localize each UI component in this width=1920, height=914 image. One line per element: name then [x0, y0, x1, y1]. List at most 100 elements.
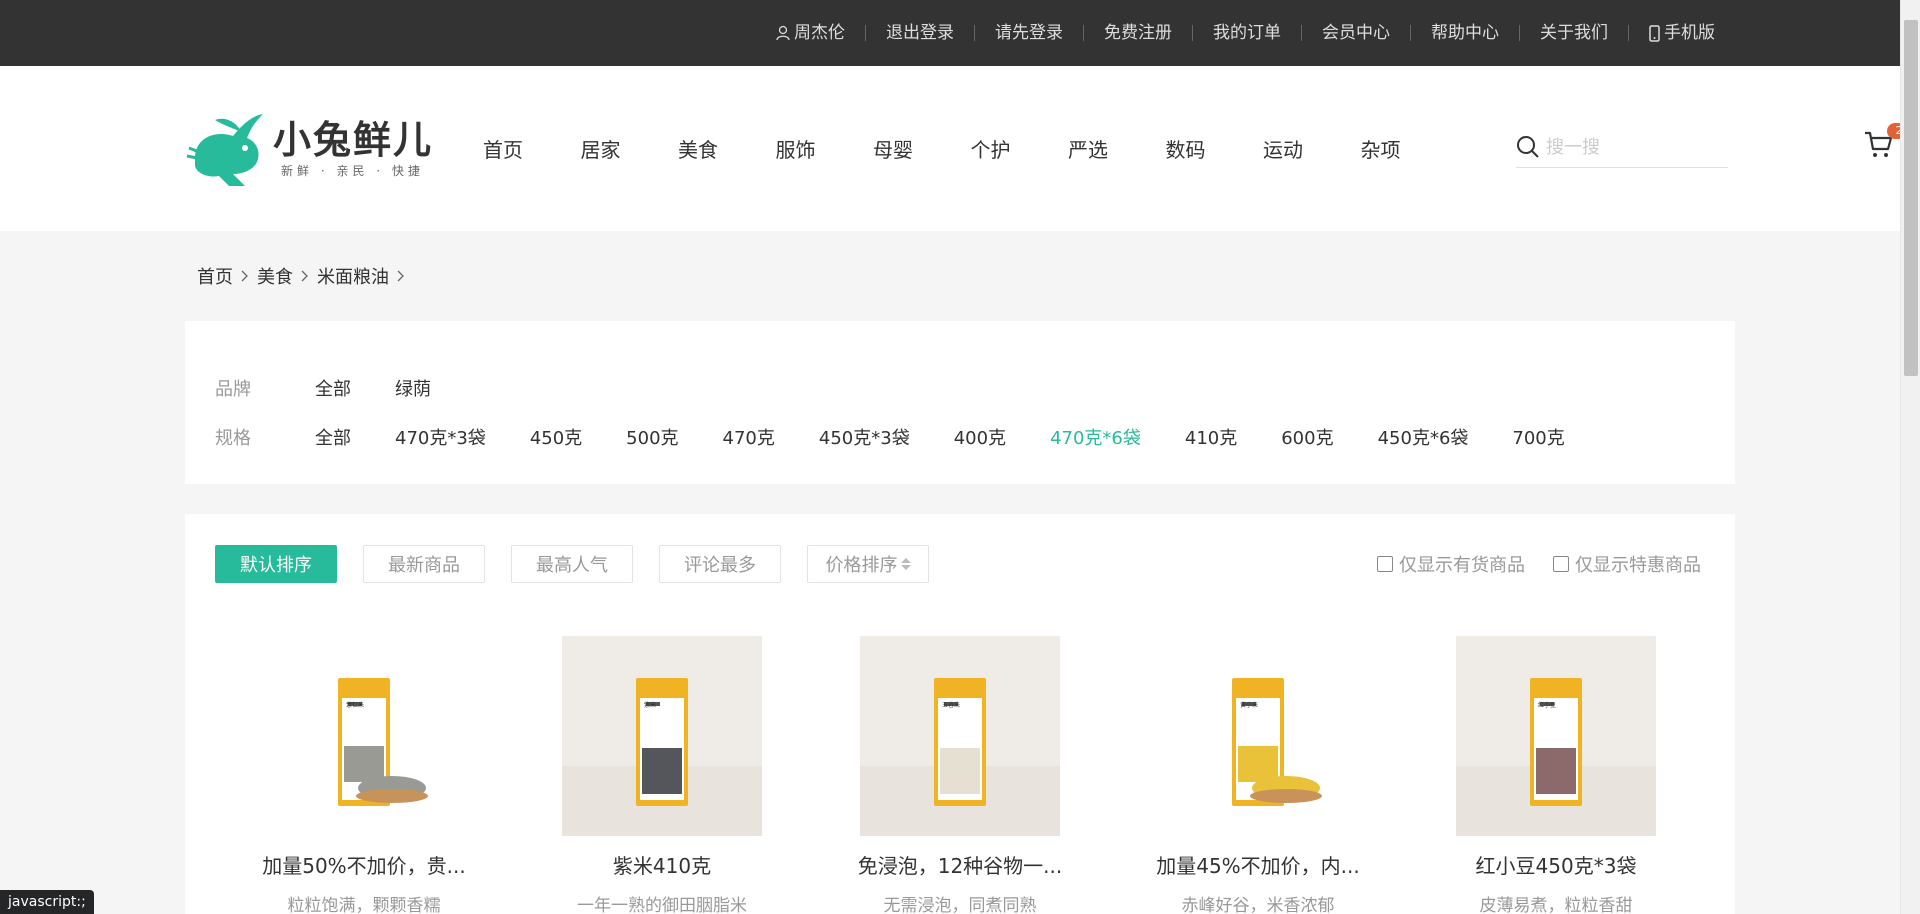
checkbox-icon[interactable] [1553, 556, 1569, 572]
rabbit-logo-icon [186, 113, 263, 186]
sort-button-4[interactable]: 价格排序 [807, 545, 929, 583]
nav-item-0[interactable]: 首页 [483, 134, 581, 163]
nav-item-7[interactable]: 数码 [1166, 134, 1264, 163]
product-image: 红小豆 [1456, 636, 1656, 836]
page-scrollbar[interactable] [1900, 0, 1920, 914]
bag-label: 黄小米 [1240, 702, 1259, 709]
filter-option-spec[interactable]: 470克*6袋 [1050, 424, 1141, 450]
topbar-link-1[interactable]: 退出登录 [866, 23, 974, 43]
bag-label: 薏仁米 [346, 702, 365, 709]
filter-option-spec[interactable]: 450克 [530, 424, 582, 450]
filter-panel: 品牌 全部 绿荫 规格 全部 470克*3袋 450克 500克 470克 450克*3袋 400… [185, 321, 1735, 484]
breadcrumb: 首页 美食 米面粮油 [185, 231, 1735, 321]
checkbox-label: 仅显示有货商品 [1399, 555, 1525, 576]
filter-option-spec[interactable]: 450克*6袋 [1378, 424, 1469, 450]
checkbox-label: 仅显示特惠商品 [1575, 555, 1701, 576]
user-icon [776, 25, 790, 41]
nav-item-6[interactable]: 严选 [1068, 134, 1166, 163]
nav-item-4[interactable]: 母婴 [873, 134, 971, 163]
topbar-link-label: 会员中心 [1322, 23, 1390, 43]
cart-button[interactable]: 2 [1863, 123, 1911, 165]
filter-label-spec: 规格 [215, 427, 251, 449]
topbar-link-label: 周杰伦 [794, 23, 845, 43]
logo[interactable]: 小兔鲜儿 新鲜 · 亲民 · 快捷 [185, 104, 435, 194]
bag-label: 紫米 [644, 702, 657, 709]
sort-arrows-icon [900, 558, 911, 570]
topbar-link-6[interactable]: 帮助中心 [1411, 23, 1519, 43]
chevron-right-icon [397, 270, 405, 282]
sort-button-2[interactable]: 最高人气 [511, 545, 633, 583]
sort-button-label: 最高人气 [536, 555, 608, 576]
main-nav: 首页 居家 美食 服饰 母婴 个护 严选 数码 运动 杂项 [483, 134, 1458, 163]
nav-item-3[interactable]: 服饰 [776, 134, 874, 163]
product-card[interactable]: 五谷米免浸泡，12种谷物一... 无需浸泡，同煮同熟 [811, 636, 1109, 914]
topbar-link-0[interactable]: 周杰伦 [756, 23, 865, 43]
nav-item-1[interactable]: 居家 [581, 134, 679, 163]
nav-item-8[interactable]: 运动 [1263, 134, 1361, 163]
filter-option-spec[interactable]: 全部 [315, 424, 351, 450]
filter-option-spec[interactable]: 470克*3袋 [395, 424, 486, 450]
breadcrumb-item[interactable]: 美食 [257, 263, 293, 289]
sort-button-0[interactable]: 默认排序 [215, 545, 337, 583]
topbar-link-label: 请先登录 [995, 23, 1063, 43]
filter-option-spec[interactable]: 400克 [954, 424, 1006, 450]
logo-slogan: 新鲜 · 亲民 · 快捷 [281, 164, 424, 178]
filter-label-brand: 品牌 [215, 378, 251, 400]
sort-button-label: 默认排序 [240, 555, 312, 576]
sort-button-label: 价格排序 [825, 555, 898, 576]
sort-button-label: 最新商品 [388, 555, 460, 576]
header: 小兔鲜儿 新鲜 · 亲民 · 快捷 首页居家美食服饰母婴个护严选数码运动杂项 2 [0, 66, 1920, 231]
filter-checkbox-1[interactable]: 仅显示特惠商品 [1553, 551, 1701, 577]
search-box [1516, 130, 1728, 168]
bag-label: 五谷米 [942, 702, 961, 709]
top-bar: 周杰伦 退出登录 请先登录 免费注册 我的订单 会员中心 帮助中心 关于我们 手机版 [0, 0, 1920, 66]
filter-option-spec[interactable]: 500克 [626, 424, 678, 450]
filter-option-spec[interactable]: 450克*3袋 [819, 424, 910, 450]
bag-label: 红小豆 [1538, 702, 1557, 709]
product-card[interactable]: 薏仁米 加量50%不加价，贵... 粒粒饱满，颗颗香糯 [215, 636, 513, 914]
filter-option-spec[interactable]: 700克 [1512, 424, 1564, 450]
sort-bar: 默认排序 最新商品 最高人气 评论最多 价格排序 仅显示有货商品 仅显示特惠商品 [215, 544, 1705, 584]
topbar-link-label: 关于我们 [1540, 23, 1608, 43]
product-desc: 无需浸泡，同煮同熟 [883, 896, 1037, 914]
filter-option-spec[interactable]: 600克 [1281, 424, 1333, 450]
topbar-link-5[interactable]: 会员中心 [1302, 23, 1410, 43]
chevron-right-icon [241, 270, 249, 282]
product-name: 紫米410克 [612, 854, 712, 878]
topbar-link-8[interactable]: 手机版 [1629, 23, 1735, 43]
topbar-link-label: 我的订单 [1213, 23, 1281, 43]
filter-option-brand[interactable]: 绿荫 [395, 375, 431, 401]
chevron-right-icon [301, 270, 309, 282]
breadcrumb-item[interactable]: 米面粮油 [317, 263, 389, 289]
product-card[interactable]: 紫米 紫米410克 一年一熟的御田胭脂米 [513, 636, 811, 914]
nav-item-2[interactable]: 美食 [678, 134, 776, 163]
filter-checkbox-0[interactable]: 仅显示有货商品 [1377, 551, 1525, 577]
product-card[interactable]: 红小豆红小豆450克*3袋皮薄易煮，粒粒香甜 [1407, 636, 1705, 914]
topbar-link-label: 退出登录 [886, 23, 954, 43]
filter-option-spec[interactable]: 410克 [1185, 424, 1237, 450]
sort-button-3[interactable]: 评论最多 [659, 545, 781, 583]
nav-item-5[interactable]: 个护 [971, 134, 1069, 163]
product-name: 免浸泡，12种谷物一... [857, 854, 1063, 878]
sort-button-label: 评论最多 [684, 555, 756, 576]
breadcrumb-item[interactable]: 首页 [197, 263, 233, 289]
checkbox-icon[interactable] [1377, 556, 1393, 572]
product-desc: 皮薄易煮，粒粒香甜 [1479, 896, 1633, 914]
topbar-link-4[interactable]: 我的订单 [1193, 23, 1301, 43]
sort-button-1[interactable]: 最新商品 [363, 545, 485, 583]
product-image: 薏仁米 [264, 636, 464, 836]
filter-option-spec[interactable]: 470克 [723, 424, 775, 450]
nav-item-9[interactable]: 杂项 [1361, 134, 1459, 163]
product-name: 红小豆450克*3袋 [1475, 854, 1637, 878]
product-name: 加量45%不加价，内... [1156, 854, 1360, 878]
search-icon[interactable] [1516, 135, 1540, 159]
topbar-link-2[interactable]: 请先登录 [975, 23, 1083, 43]
product-desc: 粒粒饱满，颗颗香糯 [287, 896, 441, 914]
topbar-link-3[interactable]: 免费注册 [1084, 23, 1192, 43]
product-card[interactable]: 黄小米 加量45%不加价，内... 赤峰好谷，米香浓郁 [1109, 636, 1407, 914]
filter-option-brand[interactable]: 全部 [315, 375, 351, 401]
scrollbar-thumb[interactable] [1904, 20, 1918, 376]
search-input[interactable] [1546, 136, 1716, 158]
topbar-link-7[interactable]: 关于我们 [1520, 23, 1628, 43]
product-image: 五谷米 [860, 636, 1060, 836]
